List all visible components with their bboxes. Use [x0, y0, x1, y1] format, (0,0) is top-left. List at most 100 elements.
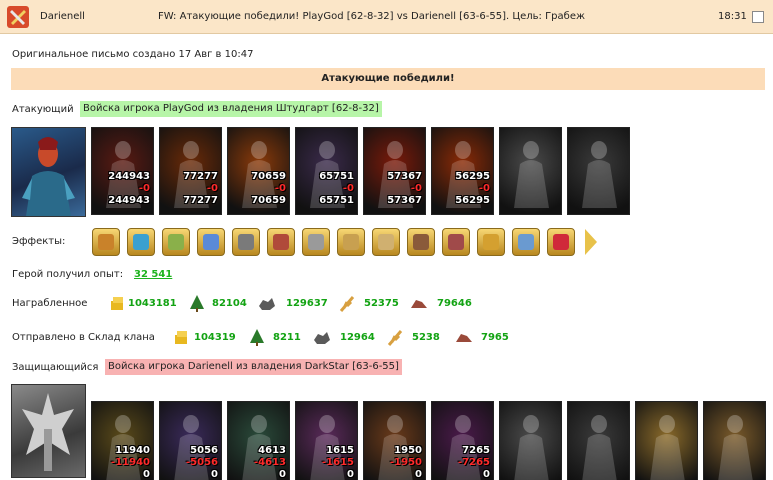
created-note: Оригинальное письмо создано 17 Авг в 10:…	[12, 49, 254, 60]
armor-icon[interactable]	[302, 228, 330, 256]
unit-left: 0	[347, 469, 354, 480]
potion-icon[interactable]	[512, 228, 540, 256]
plunder-gold-value: 1043181	[128, 298, 177, 309]
unit-loss: -1950	[390, 457, 422, 468]
defender-hero-portrait[interactable]	[11, 384, 86, 478]
defender-unit-card[interactable]: 4613 -4613 0	[227, 401, 290, 480]
creature-icon	[582, 141, 617, 208]
shield-icon-glyph	[448, 234, 464, 250]
sword-icon-glyph	[133, 234, 149, 250]
unit-loss: -0	[206, 183, 218, 194]
heart-icon-glyph	[553, 234, 569, 250]
message-subject: FW: Атакующие победили! PlayGod [62-8-32…	[158, 11, 585, 22]
unit-loss: -7265	[458, 457, 490, 468]
unit-loss: -0	[342, 183, 354, 194]
heart-icon[interactable]	[547, 228, 575, 256]
plunder-wood-value: 82104	[212, 298, 247, 309]
unit-count: 7265	[462, 445, 490, 456]
effects-scroll-right-icon[interactable]	[585, 229, 597, 255]
plunder-ore-value: 129637	[286, 298, 328, 309]
attacker-unit-card[interactable]: 244943 -0 244943	[91, 127, 154, 215]
unit-loss: -0	[138, 183, 150, 194]
scroll-icon-glyph	[343, 234, 359, 250]
attacker-unit-card[interactable]: 65751 -0 65751	[295, 127, 358, 215]
unit-loss: -0	[478, 183, 490, 194]
hand-icon-glyph	[168, 234, 184, 250]
unit-loss: -1615	[322, 457, 354, 468]
boots-icon[interactable]	[267, 228, 295, 256]
unit-count: 57367	[387, 171, 422, 182]
unit-loss: -0	[274, 183, 286, 194]
gold-icon	[175, 331, 187, 344]
unit-left: 0	[143, 469, 150, 480]
horn-icon-glyph	[483, 234, 499, 250]
unit-loss: -11940	[111, 457, 150, 468]
unit-left: 0	[415, 469, 422, 480]
wood-icon	[190, 295, 204, 312]
unit-count: 56295	[455, 171, 490, 182]
defender-unit-card[interactable]: 1950 -1950 0	[363, 401, 426, 480]
attacker-unit-card[interactable]: 77277 -0 77277	[159, 127, 222, 215]
xp-value[interactable]: 32 541	[134, 269, 172, 280]
attacker-unit-card[interactable]: 57367 -0 57367	[363, 127, 426, 215]
hero-figure-icon	[22, 393, 74, 471]
hand-icon[interactable]	[162, 228, 190, 256]
defender-unit-card[interactable]	[635, 401, 698, 480]
fist-icon[interactable]	[92, 228, 120, 256]
defender-unit-card[interactable]: 5056 -5056 0	[159, 401, 222, 480]
unit-count: 4613	[258, 445, 286, 456]
gold-icon	[111, 297, 123, 310]
defender-unit-card[interactable]	[499, 401, 562, 480]
potion-icon-glyph	[518, 234, 534, 250]
magic-hand-icon-glyph	[203, 234, 219, 250]
shield-icon[interactable]	[442, 228, 470, 256]
clan-grain-value: 5238	[412, 332, 440, 343]
armor-icon-glyph	[308, 234, 324, 250]
attacker-unit-card[interactable]: 56295 -0 56295	[431, 127, 494, 215]
helmet-icon[interactable]	[232, 228, 260, 256]
wood-icon	[250, 329, 264, 346]
sender-name[interactable]: Darienell	[40, 11, 85, 22]
defender-unit-card[interactable]: 7265 -7265 0	[431, 401, 494, 480]
defender-label: Защищающийся	[12, 362, 99, 373]
boots-icon-glyph	[273, 234, 289, 250]
unit-count: 1615	[326, 445, 354, 456]
blade-icon[interactable]	[407, 228, 435, 256]
creature-icon	[718, 415, 753, 480]
unit-count: 65751	[319, 171, 354, 182]
defender-unit-card[interactable]: 1615 -1615 0	[295, 401, 358, 480]
clan-gold-value: 104319	[194, 332, 236, 343]
defender-unit-card[interactable]: 11940 -11940 0	[91, 401, 154, 480]
magic-hand-icon[interactable]	[197, 228, 225, 256]
attacker-unit-card[interactable]	[499, 127, 562, 215]
attacker-unit-card[interactable]: 70659 -0 70659	[227, 127, 290, 215]
effects-label: Эффекты:	[12, 236, 66, 247]
unit-left: 0	[483, 469, 490, 480]
defender-unit-card[interactable]	[567, 401, 630, 480]
result-banner: Атакующие победили!	[11, 68, 765, 90]
stone-icon	[456, 334, 472, 342]
creature-icon	[514, 415, 549, 480]
attacker-unit-card[interactable]	[567, 127, 630, 215]
unit-count: 244943	[108, 171, 150, 182]
creature-icon	[582, 415, 617, 480]
unit-count: 1950	[394, 445, 422, 456]
attacker-hero-portrait[interactable]	[11, 127, 86, 217]
clan-stone-value: 7965	[481, 332, 509, 343]
select-checkbox[interactable]	[752, 11, 764, 23]
clan-label: Отправлено в Склад клана	[12, 332, 155, 343]
attacker-army[interactable]: Войска игрока PlayGod из владения Штудга…	[80, 101, 382, 117]
fist-icon-glyph	[98, 234, 114, 250]
unit-left: 70659	[251, 195, 286, 206]
message-header: Darienell FW: Атакующие победили! PlayGo…	[0, 0, 773, 34]
ore-icon	[314, 332, 330, 344]
scroll2-icon[interactable]	[372, 228, 400, 256]
horn-icon[interactable]	[477, 228, 505, 256]
defender-army[interactable]: Войска игрока Darienell из владения Dark…	[105, 359, 402, 375]
scroll-icon[interactable]	[337, 228, 365, 256]
unit-left: 56295	[455, 195, 490, 206]
defender-unit-card[interactable]	[703, 401, 766, 480]
sword-icon[interactable]	[127, 228, 155, 256]
unit-left: 57367	[387, 195, 422, 206]
scroll2-icon-glyph	[378, 234, 394, 250]
